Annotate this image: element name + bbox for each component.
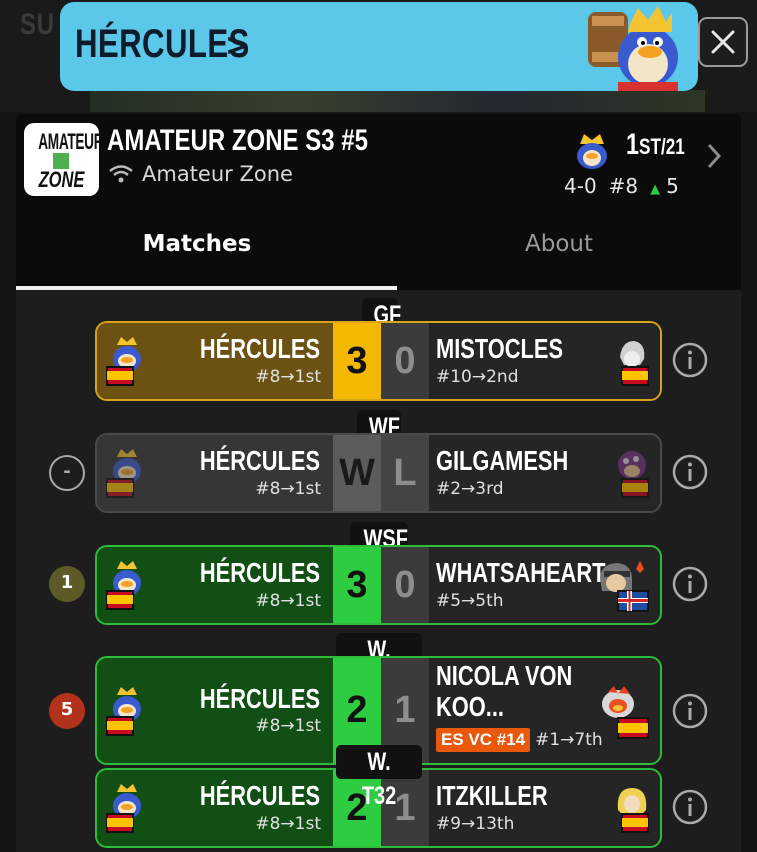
tab-bar: Matches About <box>16 206 741 290</box>
tournament-organizer[interactable]: Amateur Zone <box>108 162 293 186</box>
player2-seed: #9→13th <box>436 814 515 834</box>
opponent-avatar-icon <box>600 561 649 612</box>
player-record: 4-0 #8 ▲ 5 <box>564 174 679 198</box>
set-record: 4-0 <box>564 174 597 198</box>
player2-seed-row: ES VC #14 #1→7th <box>436 728 603 752</box>
final-placing: 1ST/21 <box>626 128 685 161</box>
banner-player-name: HÉRCULES <box>75 22 250 66</box>
tab-about[interactable]: About <box>378 206 740 286</box>
tab-matches[interactable]: Matches <box>16 206 378 286</box>
player2-name: MISTOCLES <box>436 333 564 364</box>
player2-score: 0 <box>381 547 429 623</box>
ranking-tag: ES VC #14 <box>436 728 531 752</box>
player1-score: W <box>333 435 381 511</box>
close-button[interactable] <box>698 17 748 67</box>
wifi-icon <box>109 165 133 183</box>
organizer-label: Amateur Zone <box>142 162 293 186</box>
player2-name: GILGAMESH <box>436 445 569 476</box>
dedede-avatar-icon <box>106 687 141 736</box>
player2-seed: #2→3rd <box>436 479 504 499</box>
dedede-avatar-icon <box>106 784 141 833</box>
logo-text-bottom: ZONE <box>38 167 85 192</box>
match-card[interactable]: HÉRCULES #8→1st 3 0 MISTOCLES #10→2nd <box>95 321 662 401</box>
player2-name: NICOLA VON <box>436 660 573 691</box>
opponent-avatar-icon <box>602 686 649 739</box>
player1-name: HÉRCULES <box>199 780 320 811</box>
player2-name: ITZKILLER <box>436 780 548 811</box>
match-card[interactable]: HÉRCULES #8→1st 3 0 WHATSAHEART #5→5th <box>95 545 662 625</box>
player2-seed: #5→5th <box>436 591 504 611</box>
player1-seed: #8→1st <box>255 367 321 387</box>
opponent-avatar-icon <box>620 341 649 386</box>
close-icon <box>711 30 735 54</box>
dedede-avatar-icon <box>106 337 141 386</box>
round-label: W. T32 <box>336 745 422 810</box>
dedede-avatar-icon <box>106 561 141 610</box>
character-portrait-icon <box>588 6 678 91</box>
opponent-avatar-icon <box>617 788 649 833</box>
player1-seed: #8→1st <box>255 479 321 499</box>
player2-score: 0 <box>381 323 429 399</box>
player1-name: HÉRCULES <box>199 445 320 476</box>
info-icon[interactable] <box>672 566 708 602</box>
player1-seed: #8→1st <box>255 716 321 736</box>
character-icon <box>577 134 607 169</box>
background-image <box>90 90 705 112</box>
player2-seed: #10→2nd <box>436 367 519 387</box>
rank-badge: 5 <box>49 693 85 729</box>
info-icon[interactable] <box>672 693 708 729</box>
tournament-name[interactable]: AMATEUR ZONE S3 #5 <box>107 124 368 158</box>
tournament-logo[interactable]: AMATEUR ZONE <box>24 123 99 196</box>
player1-seed: #8→1st <box>255 814 321 834</box>
player2-name-line2: KOO... <box>436 691 504 722</box>
banner-chevron: > <box>225 28 251 63</box>
opponent-avatar-icon <box>618 451 649 498</box>
info-icon[interactable] <box>672 454 708 490</box>
player1-name: HÉRCULES <box>199 333 320 364</box>
info-icon[interactable] <box>672 342 708 378</box>
player1-score: 3 <box>333 547 381 623</box>
player1-name: HÉRCULES <box>199 557 320 588</box>
match-card[interactable]: HÉRCULES #8→1st W L GILGAMESH #2→3rd <box>95 433 662 513</box>
player2-seed: #1→7th <box>535 730 603 750</box>
info-icon[interactable] <box>672 789 708 825</box>
logo-text-top: AMATEUR <box>38 129 99 154</box>
player2-name: WHATSAHEART <box>436 557 606 588</box>
background-text: SU <box>20 8 55 41</box>
dedede-avatar-icon <box>106 449 141 498</box>
rank-badge: - <box>49 455 85 491</box>
rank-badge: 1 <box>49 566 85 602</box>
chevron-right-icon[interactable] <box>706 142 722 170</box>
player1-seed: #8→1st <box>255 591 321 611</box>
seed-change: ▲ 5 <box>650 174 679 198</box>
player-banner[interactable]: HÉRCULES > <box>60 2 698 91</box>
tournament-header: AMATEUR ZONE AMATEUR ZONE S3 #5 Amateur … <box>16 114 741 290</box>
player2-score: L <box>381 435 429 511</box>
player1-name: HÉRCULES <box>199 683 320 714</box>
player1-score: 3 <box>333 323 381 399</box>
arrow-up-icon: ▲ <box>650 182 661 197</box>
player-seed: #8 <box>608 174 639 198</box>
